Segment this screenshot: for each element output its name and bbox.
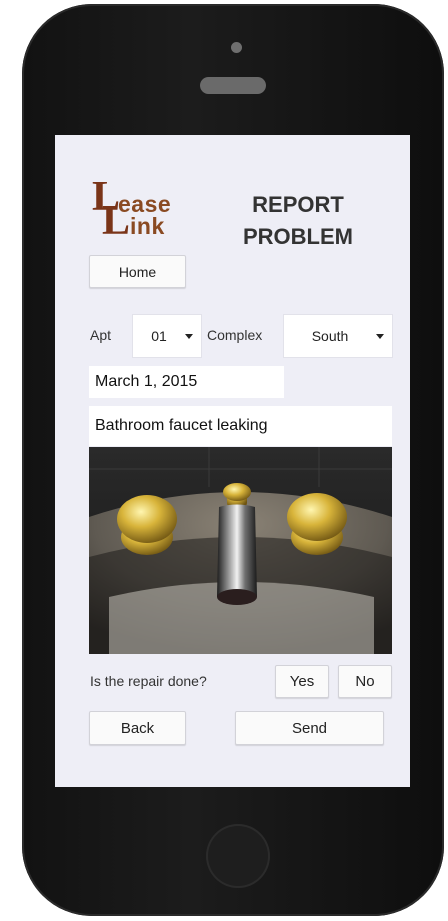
logo-word-link: ink [130,213,165,239]
faucet-photo [89,447,392,654]
home-button[interactable]: Home [89,255,186,288]
apt-select[interactable]: 01 [132,314,202,358]
back-button[interactable]: Back [89,711,186,745]
hardware-home-button[interactable] [206,824,270,888]
apt-label: Apt [90,327,112,343]
send-button[interactable]: Send [235,711,384,745]
date-field[interactable]: March 1, 2015 [89,366,284,398]
camera-icon [231,42,242,53]
apt-select-value: 01 [151,328,167,344]
chevron-down-icon [185,333,193,339]
repair-question-label: Is the repair done? [90,673,207,689]
page-title-line1: REPORT [252,192,344,217]
faucet-image [89,447,392,654]
complex-select[interactable]: South [283,314,393,358]
complex-select-value: South [311,328,349,344]
lease-link-logo: L ease L ink [92,176,200,244]
yes-button[interactable]: Yes [275,665,329,698]
page-title-line2: PROBLEM [243,224,353,249]
no-button[interactable]: No [338,665,392,698]
complex-label: Complex [207,327,263,343]
speaker-grille [200,77,266,94]
logo-initial-bottom: L [102,198,131,244]
description-field[interactable]: Bathroom faucet leaking [89,406,392,446]
chevron-down-icon [376,333,384,339]
page-title: REPORT PROBLEM [228,189,368,253]
